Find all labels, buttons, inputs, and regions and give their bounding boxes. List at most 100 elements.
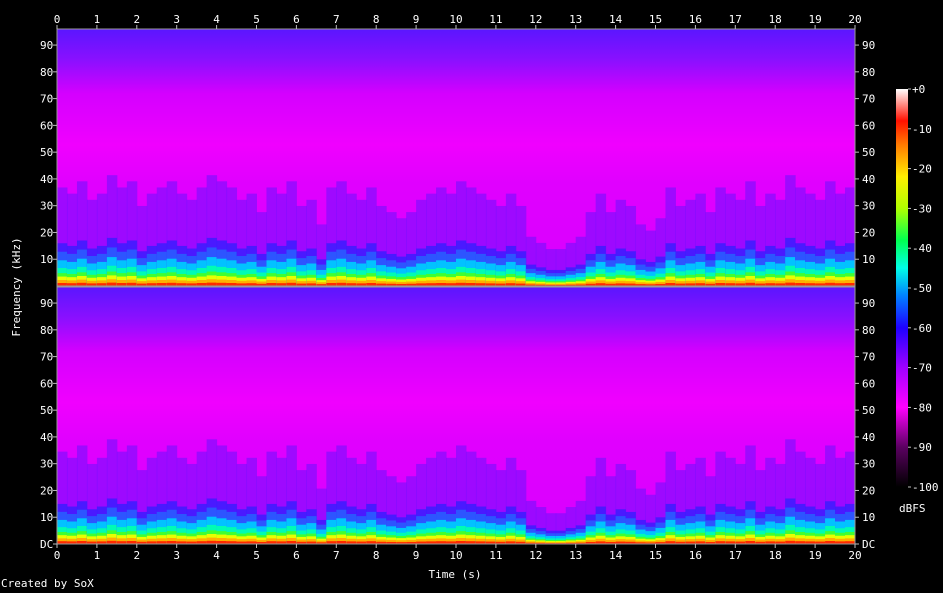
- energy-fringe: [545, 513, 557, 531]
- energy-fringe: [565, 507, 577, 528]
- energy-fringe: [246, 193, 257, 246]
- energy-fringe: [755, 205, 766, 252]
- energy-fringe: [815, 463, 826, 510]
- energy-fringe: [256, 212, 267, 254]
- energy-fringe: [615, 199, 627, 249]
- energy-fringe: [186, 463, 198, 510]
- energy-fringe: [555, 249, 567, 270]
- energy-fringe: [166, 445, 178, 502]
- x-tick-label: 8: [373, 549, 380, 562]
- energy-fringe: [765, 193, 776, 246]
- energy-fringe: [436, 451, 447, 504]
- energy-fringe: [785, 175, 796, 238]
- energy-fringe: [116, 187, 128, 244]
- y-tick-label: 40: [40, 173, 53, 186]
- y-tick-label: 70: [862, 93, 875, 106]
- energy-fringe: [156, 451, 168, 504]
- x-tick-label: 20: [848, 549, 861, 562]
- energy-fringe: [396, 482, 407, 518]
- energy-fringe: [625, 470, 637, 512]
- energy-fringe: [615, 463, 627, 510]
- y-tick-label: 60: [40, 377, 53, 390]
- spectrogram-svg: 10 1020 2030 3040 4050 5060 6070 7080 8090 90DC DC…: [10, 13, 939, 581]
- colorbar-tick-label: -70: [912, 362, 932, 375]
- y-tick-label: 10: [862, 511, 875, 524]
- y-tick-label: 90: [862, 39, 875, 52]
- y-tick-label: 50: [40, 404, 53, 417]
- energy-fringe: [206, 439, 218, 499]
- energy-fringe: [675, 470, 686, 512]
- colorbar-tick-label: -80: [912, 401, 932, 414]
- y-tick-label: 30: [40, 458, 53, 471]
- energy-fringe: [725, 457, 736, 507]
- x-tick-label: 13: [569, 13, 582, 26]
- energy-fringe: [286, 445, 297, 502]
- energy-fringe: [705, 212, 716, 254]
- energy-fringe: [585, 212, 597, 254]
- energy-fringe: [795, 187, 806, 244]
- energy-fringe: [386, 212, 397, 254]
- credit-text: Created by SoX: [1, 577, 94, 590]
- y-tick-label: 90: [862, 297, 875, 310]
- energy-fringe: [775, 463, 786, 510]
- energy-fringe: [446, 457, 457, 507]
- energy-fringe: [755, 470, 766, 512]
- x-tick-label: 10: [449, 13, 462, 26]
- x-tick-label: 15: [649, 13, 662, 26]
- energy-fringe: [825, 181, 836, 241]
- energy-fringe: [306, 463, 317, 510]
- energy-fringe: [386, 476, 397, 515]
- x-tick-label: 0: [54, 549, 61, 562]
- y-tick-label: 60: [40, 119, 53, 132]
- energy-fringe: [196, 451, 208, 504]
- energy-fringe: [515, 205, 527, 252]
- x-tick-label: 5: [253, 13, 260, 26]
- energy-fringe: [585, 476, 597, 515]
- energy-fringe: [595, 193, 607, 246]
- x-tick-label: 10: [449, 549, 462, 562]
- energy-fringe: [376, 205, 387, 252]
- energy-fringe: [745, 445, 756, 502]
- energy-fringe: [665, 187, 676, 244]
- energy-fringe: [86, 199, 98, 249]
- energy-fringe: [605, 212, 617, 254]
- y-tick-label: 70: [40, 93, 53, 106]
- energy-fringe: [815, 199, 826, 249]
- y-tick-label: 20: [40, 484, 53, 497]
- energy-fringe: [316, 224, 327, 260]
- y-tick-label: 70: [862, 351, 875, 364]
- x-tick-label: 19: [808, 549, 821, 562]
- x-tick-label: 5: [253, 549, 260, 562]
- energy-fringe: [146, 457, 158, 507]
- energy-fringe: [216, 181, 228, 241]
- energy-fringe: [226, 451, 238, 504]
- y-tick-label: 70: [40, 351, 53, 364]
- x-tick-label: 13: [569, 549, 582, 562]
- energy-fringe: [336, 445, 347, 502]
- energy-fringe: [685, 463, 696, 510]
- energy-fringe: [655, 482, 666, 518]
- energy-fringe: [126, 445, 138, 502]
- energy-fringe: [156, 187, 168, 244]
- energy-fringe: [835, 457, 846, 507]
- energy-fringe: [406, 212, 417, 254]
- energy-fringe: [565, 242, 577, 268]
- colorbar-label: dBFS: [899, 502, 926, 515]
- x-tick-label: 2: [133, 549, 140, 562]
- energy-fringe: [635, 488, 647, 520]
- y-tick-label: 40: [862, 173, 875, 186]
- energy-fringe: [645, 494, 656, 523]
- y-tick-label: 10: [40, 253, 53, 266]
- energy-fringe: [685, 199, 696, 249]
- x-tick-label: 17: [729, 13, 742, 26]
- energy-fringe: [805, 193, 816, 246]
- energy-fringe: [176, 193, 188, 246]
- energy-fringe: [66, 193, 78, 246]
- x-tick-label: 17: [729, 549, 742, 562]
- y-tick-label: 10: [862, 253, 875, 266]
- energy-fringe: [795, 451, 806, 504]
- energy-fringe: [376, 470, 387, 512]
- energy-fringe: [525, 236, 537, 265]
- energy-fringe: [655, 218, 666, 257]
- energy-fringe: [456, 445, 467, 502]
